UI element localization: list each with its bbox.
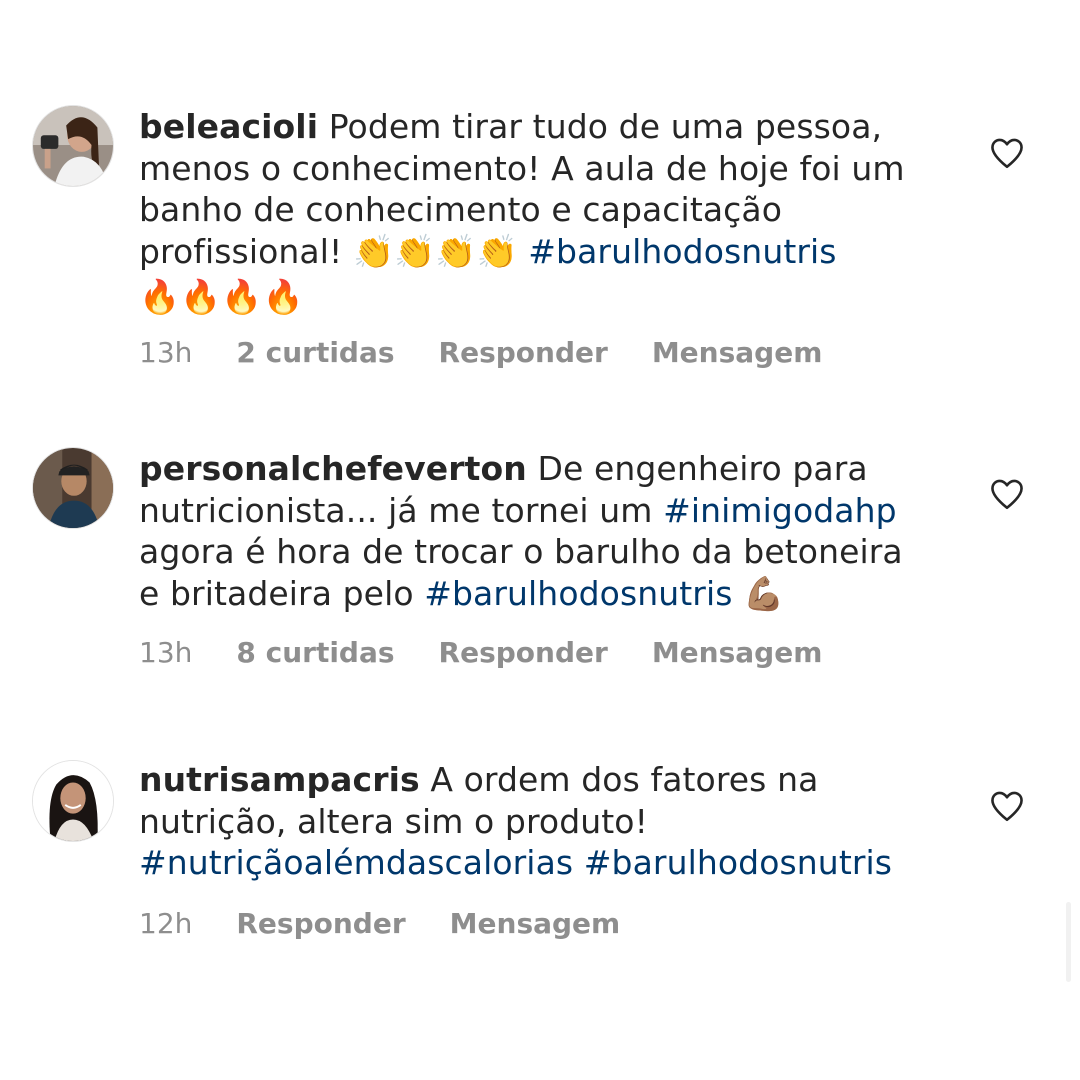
message-button[interactable]: Mensagem <box>450 907 621 940</box>
message-button[interactable]: Mensagem <box>652 636 823 669</box>
hashtag-link[interactable]: #nutriçãoalémdascalorias <box>139 843 573 882</box>
like-heart-icon[interactable] <box>989 137 1025 169</box>
muscle-emoji: 💪🏽 <box>743 573 785 613</box>
hashtag-link[interactable]: #barulhodosnutris <box>424 574 732 613</box>
comment-meta: 13h 2 curtidas Responder Mensagem <box>139 336 822 369</box>
comment-text: nutrisampacris A ordem dos fatores na nu… <box>139 759 929 884</box>
comment-username[interactable]: nutrisampacris <box>139 760 420 799</box>
avatar[interactable] <box>32 105 114 187</box>
comment-text: personalchefeverton De engenheiro para n… <box>139 448 929 614</box>
like-heart-icon[interactable] <box>989 478 1025 510</box>
hashtag-link[interactable]: #barulhodosnutris <box>584 843 892 882</box>
comment-time: 13h <box>139 636 193 669</box>
comment-username[interactable]: personalchefeverton <box>139 449 527 488</box>
reply-button[interactable]: Responder <box>439 636 608 669</box>
likes-count-link[interactable]: 8 curtidas <box>236 636 394 669</box>
comment-meta: 12h Responder Mensagem <box>139 907 620 940</box>
comment-time: 13h <box>139 336 193 369</box>
hashtag-link[interactable]: #barulhodosnutris <box>528 232 836 271</box>
like-heart-icon[interactable] <box>989 790 1025 822</box>
avatar-photo-icon <box>33 106 113 186</box>
avatar-photo-icon <box>33 761 113 841</box>
likes-count-link[interactable]: 2 curtidas <box>236 336 394 369</box>
comment-time: 12h <box>139 907 193 940</box>
comment-username[interactable]: beleacioli <box>139 107 318 146</box>
message-button[interactable]: Mensagem <box>652 336 823 369</box>
comment-meta: 13h 8 curtidas Responder Mensagem <box>139 636 822 669</box>
hashtag-link[interactable]: #inimigodahp <box>663 491 897 530</box>
scrollbar[interactable] <box>1066 902 1071 982</box>
comment-text: beleacioli Podem tirar tudo de uma pesso… <box>139 106 929 320</box>
avatar-photo-icon <box>33 448 113 528</box>
fire-emojis: 🔥🔥🔥🔥 <box>139 277 304 316</box>
avatar[interactable] <box>32 447 114 529</box>
reply-button[interactable]: Responder <box>236 907 405 940</box>
avatar[interactable] <box>32 760 114 842</box>
clap-emojis: 👏👏👏👏 <box>352 231 518 271</box>
reply-button[interactable]: Responder <box>439 336 608 369</box>
